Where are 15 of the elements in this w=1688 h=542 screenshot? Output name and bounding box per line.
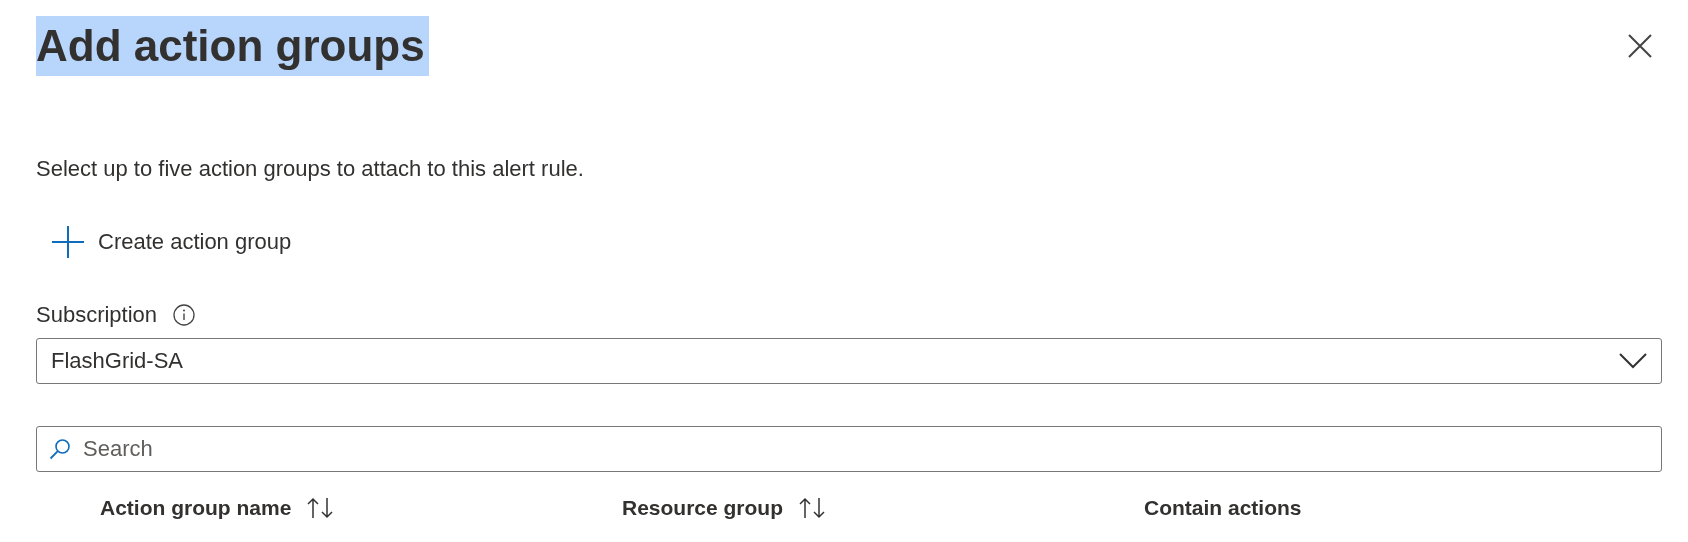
description-text: Select up to five action groups to attach to this alert rule. <box>36 155 585 183</box>
subscription-dropdown[interactable]: FlashGrid-SA <box>36 338 1662 384</box>
column-header: Resource group <box>622 496 784 520</box>
sort-icon[interactable] <box>305 496 336 520</box>
create-action-group-button[interactable]: Create action group <box>36 226 292 258</box>
column-header: Contain actions <box>1144 496 1302 520</box>
column-header: Action group name <box>100 496 292 520</box>
subscription-label: Subscription <box>36 302 158 328</box>
search-field[interactable]: Search <box>36 426 1662 472</box>
chevron-down-icon <box>1619 353 1647 369</box>
panel-title: Add action groups <box>36 16 429 76</box>
sort-icon[interactable] <box>797 496 828 520</box>
plus-icon <box>52 226 84 258</box>
info-icon[interactable] <box>173 304 196 326</box>
close-icon[interactable] <box>1628 34 1652 58</box>
